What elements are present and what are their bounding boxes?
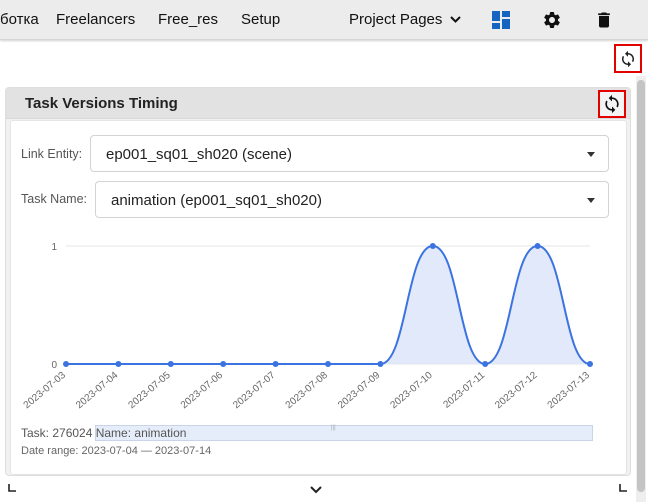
x-tick-label: 2023-07-03 xyxy=(22,370,69,412)
project-pages-dropdown[interactable]: Project Pages xyxy=(349,11,462,28)
data-point xyxy=(325,361,331,367)
slider-grip-icon: ||| xyxy=(331,425,336,431)
widget-title: Task Versions Timing xyxy=(25,95,178,112)
date-range: Date range: 2023-07-04 — 2023-07-14 xyxy=(21,445,212,457)
x-tick-label: 2023-07-04 xyxy=(74,370,121,412)
data-point xyxy=(534,243,541,249)
data-point xyxy=(220,361,227,367)
gear-icon[interactable] xyxy=(542,10,562,30)
x-tick-label: 2023-07-08 xyxy=(284,370,331,412)
data-point xyxy=(587,361,593,367)
task-name-select[interactable]: animation (ep001_sq01_sh020) xyxy=(95,181,609,218)
resize-corner-icon[interactable] xyxy=(8,484,16,492)
page-refresh-button[interactable] xyxy=(614,44,642,73)
nav-item-work[interactable]: ботка xyxy=(0,11,39,28)
task-name-value: animation (ep001_sq01_sh020) xyxy=(111,192,322,209)
caret-down-icon xyxy=(587,198,595,203)
top-navbar: ботка Freelancers Free_res Setup Project… xyxy=(0,0,648,40)
widget-refresh-button[interactable] xyxy=(598,90,626,118)
link-entity-value: ep001_sq01_sh020 (scene) xyxy=(106,146,292,163)
x-tick-label: 2023-07-11 xyxy=(441,370,487,411)
data-point xyxy=(482,361,489,367)
y-tick-label: 1 xyxy=(51,242,57,253)
task-info: Task: 276024 Name: animation xyxy=(21,426,187,440)
resize-corner-icon[interactable] xyxy=(619,484,627,492)
chevron-down-icon xyxy=(450,16,462,23)
x-tick-label: 2023-07-07 xyxy=(231,370,278,412)
x-tick-label: 2023-07-09 xyxy=(336,370,383,412)
nav-item-free-res[interactable]: Free_res xyxy=(158,11,218,28)
x-tick-label: 2023-07-06 xyxy=(179,370,226,412)
link-entity-label: Link Entity: xyxy=(21,147,83,161)
task-versions-chart: 012023-07-03 2023-07-04 2023-07-05 2023-07-… xyxy=(22,242,593,412)
data-point xyxy=(167,361,174,367)
project-pages-label: Project Pages xyxy=(349,11,443,28)
link-entity-select[interactable]: ep001_sq01_sh020 (scene) xyxy=(90,135,609,172)
data-point xyxy=(429,243,436,249)
data-point xyxy=(115,361,122,367)
x-tick-label: 2023-07-13 xyxy=(546,370,593,412)
data-point xyxy=(377,361,384,367)
nav-item-setup[interactable]: Setup xyxy=(241,11,280,28)
nav-item-freelancers[interactable]: Freelancers xyxy=(56,11,135,28)
x-tick-label: 2023-07-10 xyxy=(388,370,435,412)
trash-icon[interactable] xyxy=(594,10,614,30)
refresh-icon xyxy=(605,94,619,114)
x-tick-label: 2023-07-05 xyxy=(126,370,173,412)
scrollbar-thumb[interactable] xyxy=(637,80,645,492)
page-scrollbar[interactable] xyxy=(636,76,646,502)
x-tick-label: 2023-07-12 xyxy=(493,370,540,412)
caret-down-icon xyxy=(587,152,595,157)
y-tick-label: 0 xyxy=(51,360,57,371)
task-name-label: Task Name: xyxy=(21,192,87,206)
dashboard-icon[interactable] xyxy=(491,10,511,30)
widget-header: Task Versions Timing xyxy=(6,88,630,119)
chevron-down-icon[interactable] xyxy=(309,485,323,495)
data-point xyxy=(272,361,279,367)
data-point xyxy=(63,361,69,367)
refresh-icon xyxy=(622,50,634,67)
